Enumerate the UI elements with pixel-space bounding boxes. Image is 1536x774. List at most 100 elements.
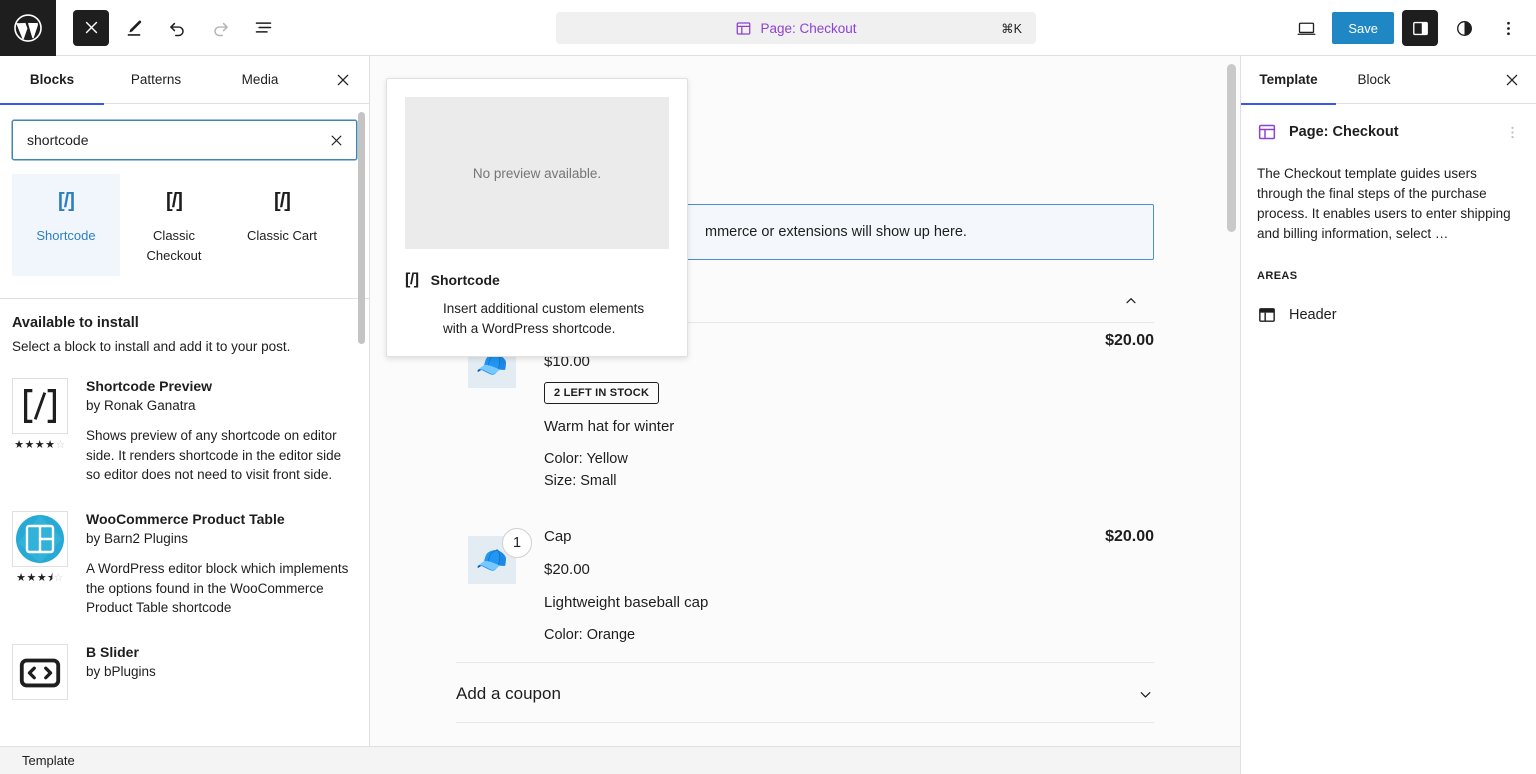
block-preview-area: No preview available. bbox=[405, 97, 669, 249]
sidebar-tabs: Template Block bbox=[1241, 56, 1536, 104]
add-coupon-label: Add a coupon bbox=[456, 684, 561, 704]
block-result-classic-cart[interactable]: [/] Classic Cart bbox=[228, 174, 336, 276]
plugin-rating-stars: ★★★⯨☆ bbox=[16, 573, 64, 584]
product-unit-price: $20.00 bbox=[544, 561, 1154, 578]
plugin-name: B Slider bbox=[86, 644, 357, 660]
shortcode-bracket-icon: [/] bbox=[166, 188, 182, 214]
wordpress-logo-icon[interactable] bbox=[0, 0, 56, 56]
canvas-scrollbar[interactable] bbox=[1227, 64, 1236, 232]
available-to-install-header: Available to install Select a block to i… bbox=[0, 299, 369, 354]
no-preview-text: No preview available. bbox=[473, 166, 601, 181]
block-result-classic-checkout[interactable]: [/] Classic Checkout bbox=[120, 174, 228, 276]
search-container bbox=[0, 104, 369, 170]
inserter-scrollbar[interactable] bbox=[358, 112, 365, 344]
block-results-grid: [/] Shortcode [/] Classic Checkout [/] C… bbox=[0, 170, 369, 299]
add-coupon-row[interactable]: Add a coupon bbox=[456, 666, 1154, 722]
product-attribute: Color: Orange bbox=[544, 624, 1154, 646]
plugin-author: by Barn2 Plugins bbox=[86, 531, 357, 546]
plugin-author: by Ronak Ganatra bbox=[86, 398, 357, 413]
top-bar-tools bbox=[73, 10, 281, 46]
clear-search-icon[interactable] bbox=[322, 126, 350, 154]
chevron-up-icon[interactable] bbox=[1118, 288, 1144, 314]
shortcode-bracket-icon bbox=[12, 378, 68, 434]
shortcode-bracket-icon: [/] bbox=[58, 188, 74, 214]
template-description: The Checkout template guides users throu… bbox=[1257, 164, 1520, 244]
page-title: Page: Checkout bbox=[1289, 124, 1399, 140]
plugin-description: A WordPress editor block which implement… bbox=[86, 559, 357, 618]
product-subtitle: Warm hat for winter bbox=[544, 418, 1154, 435]
checkout-fields-notice[interactable]: mmerce or extensions will show up here. bbox=[686, 204, 1154, 260]
sidebar-item-label: Header bbox=[1289, 307, 1337, 323]
product-details: Cap $20.00 Lightweight baseball cap Colo… bbox=[468, 522, 1154, 646]
plugin-icon-column bbox=[12, 644, 68, 700]
desktop-view-icon[interactable] bbox=[1288, 10, 1324, 46]
plugin-rating-stars: ★★★★☆ bbox=[14, 440, 66, 451]
divider bbox=[456, 722, 1154, 723]
product-line-total: $20.00 bbox=[1105, 332, 1154, 350]
order-line-item: 🧢 1 $20.00 Cap $20.00 Lightweight baseba… bbox=[468, 522, 1154, 646]
redo-button[interactable] bbox=[202, 10, 238, 46]
editor-app: Page: Checkout ⌘K Save bbox=[0, 0, 1536, 774]
more-options-icon[interactable] bbox=[1490, 10, 1526, 46]
close-sidebar-icon[interactable] bbox=[1496, 64, 1528, 96]
search-input[interactable] bbox=[13, 132, 356, 148]
product-line-total: $20.00 bbox=[1105, 528, 1154, 546]
tab-media[interactable]: Media bbox=[208, 56, 312, 104]
search-box[interactable] bbox=[12, 120, 357, 160]
sidebar-item-header-area[interactable]: Header bbox=[1257, 300, 1520, 330]
slider-arrows-icon bbox=[12, 644, 68, 700]
pencil-edit-icon[interactable] bbox=[116, 10, 152, 46]
more-options-icon[interactable] bbox=[1498, 118, 1526, 146]
install-section-title: Available to install bbox=[12, 315, 357, 331]
plugin-results-list: ★★★★☆ Shortcode Preview by Ronak Ganatra… bbox=[0, 354, 369, 711]
sidebar-body: Page: Checkout The Checkout template gui… bbox=[1241, 104, 1536, 330]
top-bar-right-tools: Save bbox=[1288, 0, 1526, 56]
tab-block[interactable]: Block bbox=[1336, 56, 1412, 104]
plugin-info: B Slider by bPlugins bbox=[86, 644, 357, 700]
tab-blocks[interactable]: Blocks bbox=[0, 56, 104, 104]
settings-panel-icon[interactable] bbox=[1402, 10, 1438, 46]
save-button[interactable]: Save bbox=[1332, 12, 1394, 44]
shortcode-bracket-icon: [/] bbox=[274, 188, 290, 214]
block-result-shortcode[interactable]: [/] Shortcode bbox=[12, 174, 120, 276]
document-overview-icon[interactable] bbox=[245, 10, 281, 46]
command-center-button[interactable]: Page: Checkout ⌘K bbox=[556, 12, 1036, 44]
product-attribute: Color: Yellow bbox=[544, 448, 1154, 470]
status-badge: 2 LEFT IN STOCK bbox=[544, 382, 659, 404]
plugin-info: Shortcode Preview by Ronak Ganatra Shows… bbox=[86, 378, 357, 485]
block-result-label: Classic Checkout bbox=[124, 226, 224, 266]
product-subtitle: Lightweight baseball cap bbox=[544, 594, 1154, 611]
notice-text: mmerce or extensions will show up here. bbox=[705, 224, 967, 240]
editor-bottom-bar: Template bbox=[0, 746, 1240, 774]
plugin-description: Shows preview of any shortcode on editor… bbox=[86, 426, 357, 485]
plugin-icon-column: ★★★⯨☆ bbox=[12, 511, 68, 618]
contrast-styles-icon[interactable] bbox=[1446, 10, 1482, 46]
product-table-circle-icon bbox=[12, 511, 68, 567]
product-details: $10.00 2 LEFT IN STOCK Warm hat for wint… bbox=[468, 353, 1154, 493]
chevron-down-icon[interactable] bbox=[1137, 686, 1154, 703]
editor-top-bar: Page: Checkout ⌘K Save bbox=[0, 0, 1536, 56]
list-item[interactable]: ★★★★☆ Shortcode Preview by Ronak Ganatra… bbox=[12, 364, 357, 497]
inserter-tabs: Blocks Patterns Media bbox=[0, 56, 369, 104]
block-preview-popover: No preview available. [/] Shortcode Inse… bbox=[386, 78, 688, 357]
command-center-inner: Page: Checkout bbox=[735, 20, 856, 37]
header-area-icon bbox=[1257, 305, 1277, 325]
block-result-label: Shortcode bbox=[36, 226, 95, 246]
command-center-label: Page: Checkout bbox=[760, 21, 856, 36]
tab-template[interactable]: Template bbox=[1241, 56, 1336, 104]
areas-section-label: AREAS bbox=[1257, 270, 1520, 282]
install-section-subtitle: Select a block to install and add it to … bbox=[12, 339, 357, 354]
block-inserter-panel: Blocks Patterns Media [/] bbox=[0, 56, 370, 774]
popover-title-row: [/] Shortcode bbox=[405, 271, 669, 289]
list-item[interactable]: ★★★⯨☆ WooCommerce Product Table by Barn2… bbox=[12, 497, 357, 630]
close-inserter-button[interactable] bbox=[73, 10, 109, 46]
plugin-name: WooCommerce Product Table bbox=[86, 511, 357, 527]
breadcrumb: Template bbox=[22, 753, 75, 768]
shortcode-bracket-icon: [/] bbox=[405, 271, 419, 289]
tab-patterns[interactable]: Patterns bbox=[104, 56, 208, 104]
undo-button[interactable] bbox=[159, 10, 195, 46]
product-quantity-badge: 1 bbox=[502, 528, 532, 558]
close-inserter-icon[interactable] bbox=[329, 66, 357, 94]
command-shortcut-label: ⌘K bbox=[1001, 21, 1022, 36]
list-item[interactable]: B Slider by bPlugins bbox=[12, 630, 357, 712]
